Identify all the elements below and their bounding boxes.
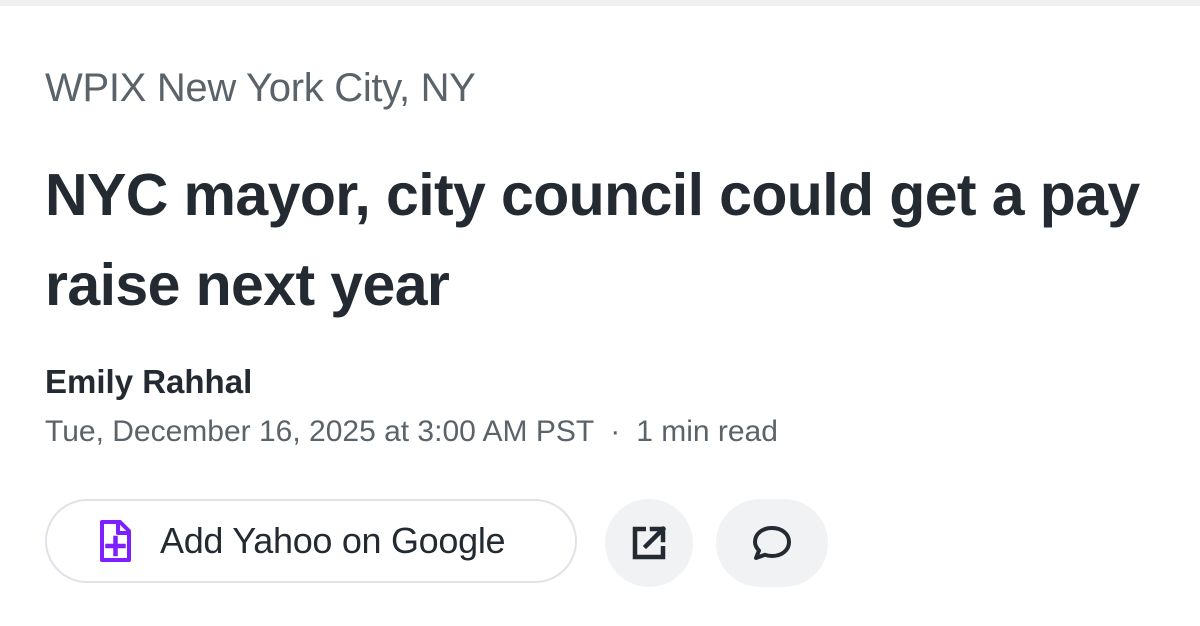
meta-separator: · [610, 415, 621, 448]
article-headline: NYC mayor, city council could get a pay … [45, 162, 1140, 318]
top-divider [0, 0, 1200, 6]
article-author[interactable]: Emily Rahhal [45, 362, 252, 402]
document-plus-icon [97, 519, 133, 563]
publish-date: Tue, December 16, 2025 at 3:00 AM PST [45, 415, 595, 448]
comments-button[interactable] [716, 499, 828, 587]
article-source[interactable]: WPIX New York City, NY [45, 64, 476, 112]
add-yahoo-on-google-button[interactable]: Add Yahoo on Google [45, 499, 577, 583]
read-time: 1 min read [636, 415, 778, 448]
comment-bubble-icon [751, 523, 793, 563]
share-button[interactable] [605, 499, 693, 587]
add-yahoo-label: Add Yahoo on Google [160, 520, 506, 561]
external-link-icon [629, 523, 669, 563]
article-meta: Tue, December 16, 2025 at 3:00 AM PST · … [45, 412, 778, 452]
